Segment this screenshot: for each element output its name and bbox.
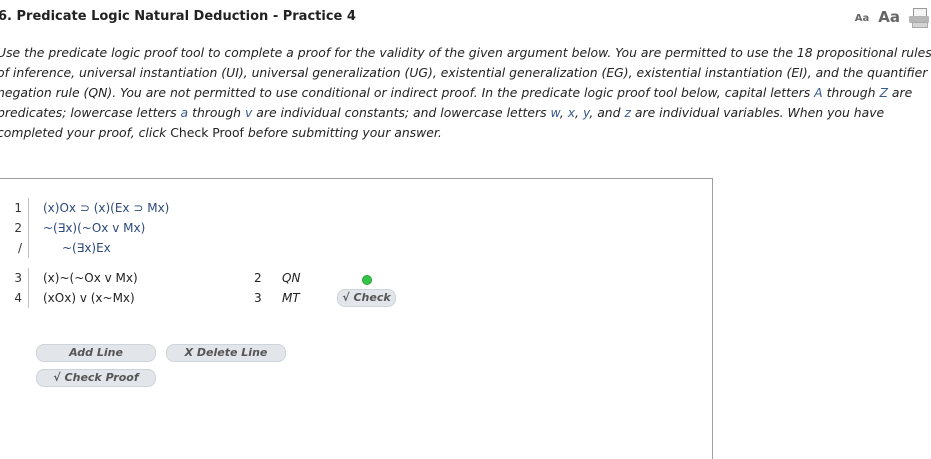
letter-a: a [180, 105, 189, 120]
instructions-text: Use the predicate logic proof tool to co… [0, 45, 931, 140]
justification-line[interactable]: 3 [254, 288, 262, 308]
justification-rule[interactable]: MT [282, 288, 300, 308]
line-number: 2 [14, 221, 22, 235]
line-number: 1 [14, 201, 22, 215]
delete-line-button[interactable]: X Delete Line [166, 344, 286, 362]
increase-font-button[interactable]: Aa [878, 8, 900, 26]
letter-Z: Z [879, 85, 888, 100]
printer-icon[interactable] [909, 8, 929, 28]
line-formula[interactable]: (xOx) v (x~Mx) [43, 288, 135, 308]
letter-A: A [814, 85, 823, 100]
proof-tool: 1 (x)Ox ⊃ (x)(Ex ⊃ Mx) 2 ~(∃x)(~Ox v Mx)… [0, 178, 713, 459]
font-controls: Aa Aa [855, 8, 931, 28]
letter-w: w [550, 105, 560, 120]
line-number: 3 [14, 271, 22, 285]
page-title: 6. Predicate Logic Natural Deduction - P… [0, 9, 356, 24]
line-formula[interactable]: (x)~(~Ox v Mx) [43, 268, 138, 288]
justification-rule[interactable]: QN [282, 268, 300, 288]
status-indicator-icon [362, 275, 372, 285]
check-line-button[interactable]: √ Check [337, 289, 396, 307]
premise-formula: (x)Ox ⊃ (x)(Ex ⊃ Mx) [43, 201, 170, 215]
add-line-button[interactable]: Add Line [36, 344, 156, 362]
justification-line[interactable]: 2 [254, 268, 262, 288]
check-proof-reference: Check Proof [170, 125, 244, 140]
check-proof-button[interactable]: √ Check Proof [36, 369, 156, 387]
line-number: 4 [14, 291, 22, 305]
conclusion-formula: ~(∃x)Ex [62, 241, 111, 255]
conclusion-marker: / [17, 241, 22, 255]
decrease-font-button[interactable]: Aa [855, 13, 870, 26]
letter-x: x [567, 105, 576, 120]
premise-formula: ~(∃x)(~Ox v Mx) [43, 221, 146, 235]
